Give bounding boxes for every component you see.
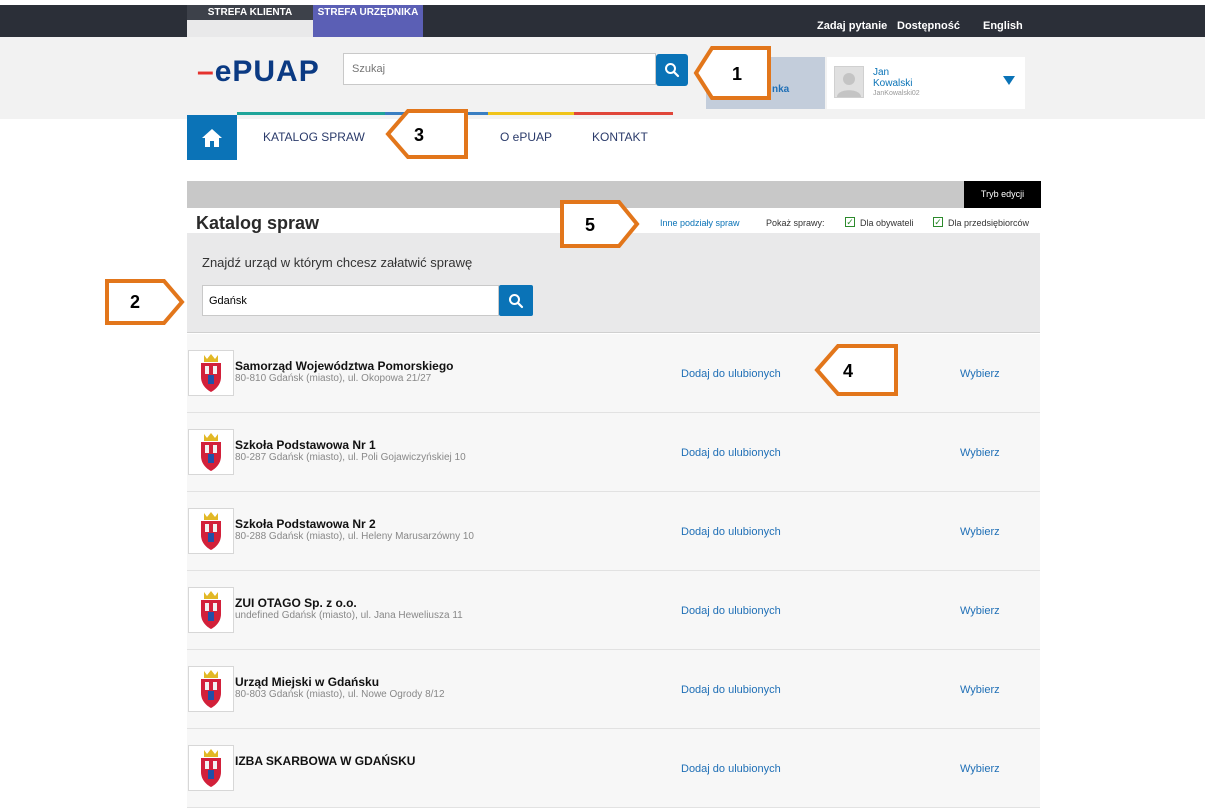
logo-swoosh-icon: – [197,55,215,88]
top-link-dostepnosc[interactable]: Dostępność [897,20,960,32]
checkbox-citizens-label: Dla obywateli [860,218,914,228]
add-to-favorites-link[interactable]: Dodaj do ulubionych [681,763,781,775]
add-to-favorites-link[interactable]: Dodaj do ulubionych [681,605,781,617]
choose-office-link[interactable]: Wybierz [960,368,1000,380]
coat-of-arms-icon [188,745,234,791]
nav-accent-blue [385,112,488,115]
coat-of-arms-icon [188,666,234,712]
callout-2-shape [105,279,185,325]
login-partial-text: nka [772,84,790,95]
office-address: 80-287 Gdańsk (miasto), ul. Poli Gojawic… [235,452,466,463]
top-bar [0,5,1205,37]
callout-3-label: 3 [414,125,424,145]
checkbox-citizens[interactable]: ✓ [845,217,855,227]
home-icon [202,128,222,147]
add-to-favorites-link[interactable]: Dodaj do ulubionych [681,526,781,538]
office-name[interactable]: Szkoła Podstawowa Nr 2 [235,517,376,531]
checkbox-business-label: Dla przedsiębiorców [948,218,1030,228]
add-to-favorites-link[interactable]: Dodaj do ulubionych [681,684,781,696]
top-link-zadaj-pytanie[interactable]: Zadaj pytanie [817,20,887,32]
home-button[interactable] [187,115,237,160]
tab-strefa-klienta-label: STREFA KLIENTA [207,7,293,18]
crest-icon [201,749,221,787]
result-row: Samorząd Województwa Pomorskiego 80-810 … [187,334,1040,413]
crest-icon [201,512,221,550]
user-last-name: Kowalski [873,78,913,89]
office-address: 80-288 Gdańsk (miasto), ul. Heleny Marus… [235,531,474,542]
add-to-favorites-link[interactable]: Dodaj do ulubionych [681,447,781,459]
office-name[interactable]: Szkoła Podstawowa Nr 1 [235,438,376,452]
office-name[interactable]: ZUI OTAGO Sp. z o.o. [235,596,357,610]
nav-accent-red [574,112,673,115]
crest-icon [201,354,221,392]
result-row: Szkoła Podstawowa Nr 1 80-287 Gdańsk (mi… [187,413,1040,492]
edit-mode-button[interactable]: Tryb edycji [964,181,1041,208]
coat-of-arms-icon [188,508,234,554]
office-name[interactable]: Urząd Miejski w Gdańsku [235,675,379,689]
office-address: undefined Gdańsk (miasto), ul. Jana Hewe… [235,610,463,621]
result-row: ZUI OTAGO Sp. z o.o. undefined Gdańsk (m… [187,571,1040,650]
other-divisions-link[interactable]: Inne podziały spraw [660,218,740,228]
crest-icon [201,433,221,471]
coat-of-arms-icon [188,429,234,475]
choose-office-link[interactable]: Wybierz [960,447,1000,459]
checkbox-business[interactable]: ✓ [933,217,943,227]
search-button[interactable] [656,54,688,86]
office-name[interactable]: IZBA SKARBOWA W GDAŃSKU [235,754,415,768]
edit-bar [187,181,1040,208]
office-address: 80-803 Gdańsk (miasto), ul. Nowe Ogrody … [235,689,445,700]
result-row: IZBA SKARBOWA W GDAŃSKU Dodaj do ulubion… [187,729,1040,808]
choose-office-link[interactable]: Wybierz [960,526,1000,538]
result-row: Urząd Miejski w Gdańsku 80-803 Gdańsk (m… [187,650,1040,729]
callout-5-label: 5 [585,215,595,235]
tab-strefa-urzednika-label: STREFA URZĘDNIKA [317,7,419,18]
avatar [834,66,864,98]
add-to-favorites-link[interactable]: Dodaj do ulubionych [681,368,781,380]
office-search-panel [187,233,1040,333]
choose-office-link[interactable]: Wybierz [960,763,1000,775]
office-name[interactable]: Samorząd Województwa Pomorskiego [235,359,453,373]
tab-strefa-urzednika[interactable]: STREFA URZĘDNIKA [313,5,423,37]
crest-icon [201,591,221,629]
office-search-input[interactable] [202,285,499,316]
nav-o-epuap[interactable]: O ePUAP [500,130,552,144]
epuap-logo[interactable]: –ePUAP [197,55,320,89]
tab-strefa-klienta[interactable]: STREFA KLIENTA [187,5,313,37]
office-search-button[interactable] [499,285,533,316]
search-input[interactable] [343,53,656,85]
page-title: Katalog spraw [196,213,320,233]
nav-accent-yellow [488,112,574,115]
logo-text: ePUAP [214,55,320,88]
search-icon [509,293,524,308]
coat-of-arms-icon [188,587,234,633]
show-cases-label: Pokaż sprawy: [766,218,825,228]
user-login: JanKowalski02 [873,90,920,97]
top-link-english[interactable]: English [983,20,1023,32]
nav-accent-teal [237,112,385,115]
crest-icon [201,670,221,708]
user-avatar-icon [837,73,861,97]
coat-of-arms-icon [188,350,234,396]
chevron-down-icon[interactable] [1003,76,1015,85]
user-first-name: Jan [873,67,890,78]
office-search-label: Znajdź urząd w którym chcesz załatwić sp… [202,255,473,270]
login-area[interactable] [706,57,825,109]
callout-2-label: 2 [130,292,140,312]
choose-office-link[interactable]: Wybierz [960,684,1000,696]
nav-kontakt[interactable]: KONTAKT [592,130,648,144]
choose-office-link[interactable]: Wybierz [960,605,1000,617]
search-icon [665,63,680,78]
nav-katalog-spraw[interactable]: KATALOG SPRAW [263,130,365,144]
result-row: Szkoła Podstawowa Nr 2 80-288 Gdańsk (mi… [187,492,1040,571]
office-address: 80-810 Gdańsk (miasto), ul. Okopowa 21/2… [235,373,432,384]
